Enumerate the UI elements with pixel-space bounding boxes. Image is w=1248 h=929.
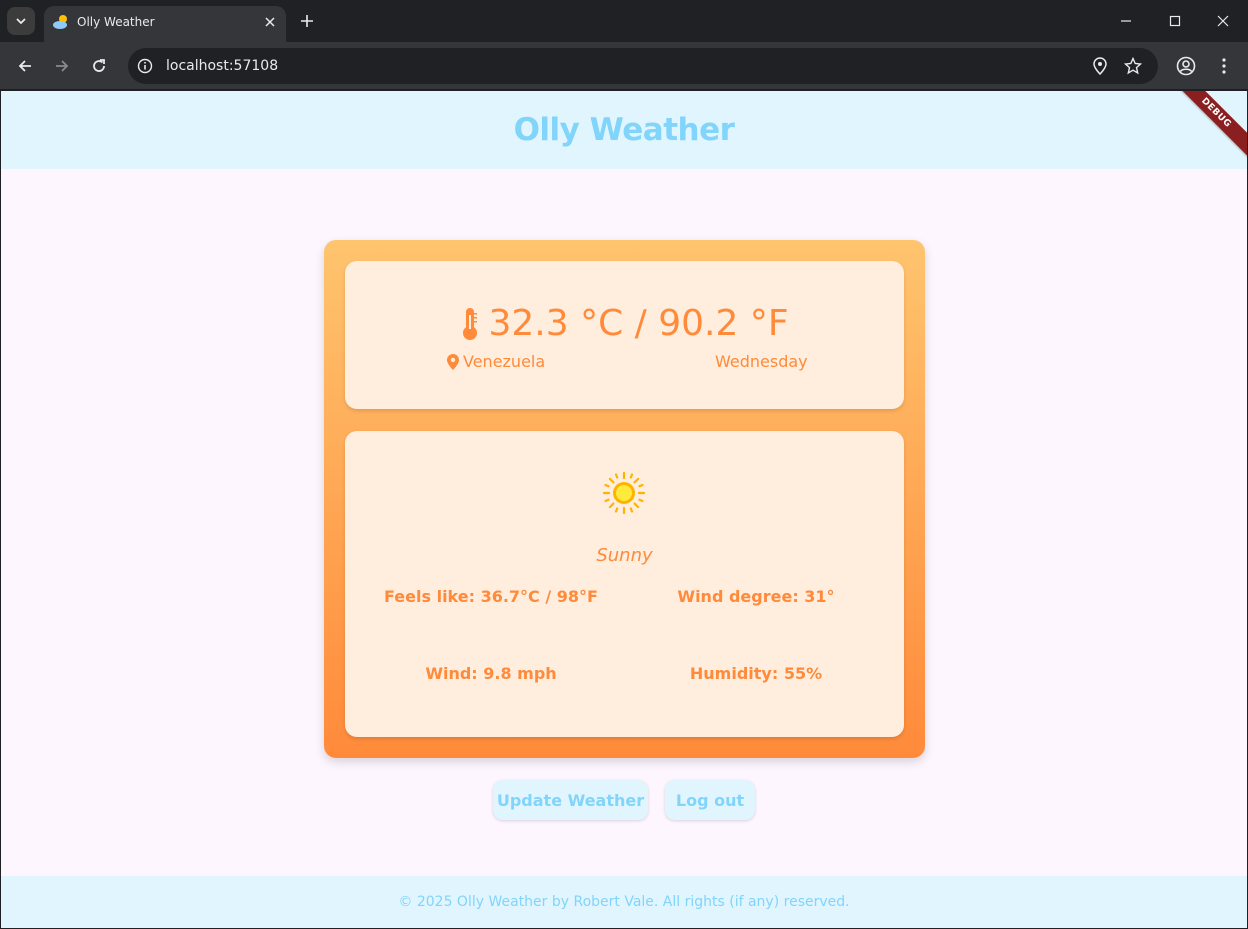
minimize-icon bbox=[1121, 20, 1131, 22]
temperature-row: 32.3 °C / 90.2 °F bbox=[345, 303, 904, 344]
browser-menu-button[interactable] bbox=[1212, 54, 1236, 78]
browser-tab[interactable]: Olly Weather bbox=[44, 6, 286, 42]
feels-like-stat: Feels like: 36.7°C / 98°F bbox=[384, 587, 598, 606]
weather-favicon-icon bbox=[53, 15, 67, 29]
temperature-value: 32.3 °C / 90.2 °F bbox=[488, 303, 789, 344]
close-icon bbox=[265, 17, 275, 27]
wind-speed-stat: Wind: 9.8 mph bbox=[425, 664, 557, 683]
update-weather-button[interactable]: Update Weather bbox=[493, 780, 648, 820]
minimize-button[interactable] bbox=[1114, 9, 1138, 33]
reload-button[interactable] bbox=[87, 54, 111, 78]
maximize-button[interactable] bbox=[1163, 9, 1187, 33]
forward-icon bbox=[56, 60, 69, 72]
footer: © 2025 Olly Weather by Robert Vale. All … bbox=[1, 876, 1247, 928]
browser-toolbar: localhost:57108 bbox=[0, 42, 1248, 90]
conditions-card: Sunny Feels like: 36.7°C / 98°F Wind deg… bbox=[345, 431, 904, 737]
forward-button[interactable] bbox=[50, 54, 74, 78]
bookmark-button[interactable] bbox=[1124, 57, 1142, 75]
wind-degree-stat: Wind degree: 31° bbox=[677, 587, 835, 606]
tab-title: Olly Weather bbox=[77, 15, 155, 29]
location-permission-button[interactable] bbox=[1091, 57, 1109, 75]
location-name: Venezuela bbox=[463, 352, 546, 371]
app-bar: Olly Weather bbox=[1, 91, 1247, 169]
footer-text: © 2025 Olly Weather by Robert Vale. All … bbox=[398, 894, 850, 910]
site-info-button[interactable] bbox=[136, 57, 154, 75]
new-tab-button[interactable] bbox=[296, 10, 318, 32]
app-page: Olly Weather DEBUG 32.3 °C / 90.2 °F Ven… bbox=[1, 91, 1247, 928]
address-bar[interactable]: localhost:57108 bbox=[128, 48, 1158, 84]
maximize-icon bbox=[1169, 15, 1181, 27]
map-pin-icon bbox=[447, 353, 459, 370]
star-icon bbox=[1124, 57, 1142, 75]
reload-icon bbox=[93, 59, 105, 72]
back-icon bbox=[18, 60, 31, 72]
profile-button[interactable] bbox=[1174, 54, 1198, 78]
location-label: Venezuela bbox=[447, 352, 545, 371]
condition-text: Sunny bbox=[596, 545, 653, 566]
window-close-button[interactable] bbox=[1211, 9, 1235, 33]
plus-icon bbox=[301, 15, 313, 27]
menu-icon bbox=[1222, 58, 1226, 74]
location-icon bbox=[1093, 57, 1107, 75]
url-text: localhost:57108 bbox=[166, 58, 279, 74]
temperature-card: 32.3 °C / 90.2 °F Venezuela Wednesday bbox=[345, 261, 904, 409]
humidity-stat: Humidity: 55% bbox=[689, 664, 823, 683]
app-title: Olly Weather bbox=[513, 112, 735, 148]
close-icon bbox=[1217, 15, 1229, 27]
profile-icon bbox=[1176, 56, 1196, 76]
back-button[interactable] bbox=[13, 54, 37, 78]
day-label: Wednesday bbox=[715, 352, 808, 371]
chevron-down-icon bbox=[16, 18, 26, 25]
browser-tabstrip: Olly Weather bbox=[0, 0, 1248, 42]
site-info-icon bbox=[137, 58, 153, 74]
weather-card: 32.3 °C / 90.2 °F Venezuela Wednesday Su… bbox=[324, 240, 925, 758]
tab-search-button[interactable] bbox=[7, 7, 35, 35]
sun-icon bbox=[603, 472, 645, 514]
logout-button[interactable]: Log out bbox=[665, 780, 755, 820]
tab-close-button[interactable] bbox=[262, 14, 278, 30]
thermometer-icon bbox=[463, 307, 478, 340]
